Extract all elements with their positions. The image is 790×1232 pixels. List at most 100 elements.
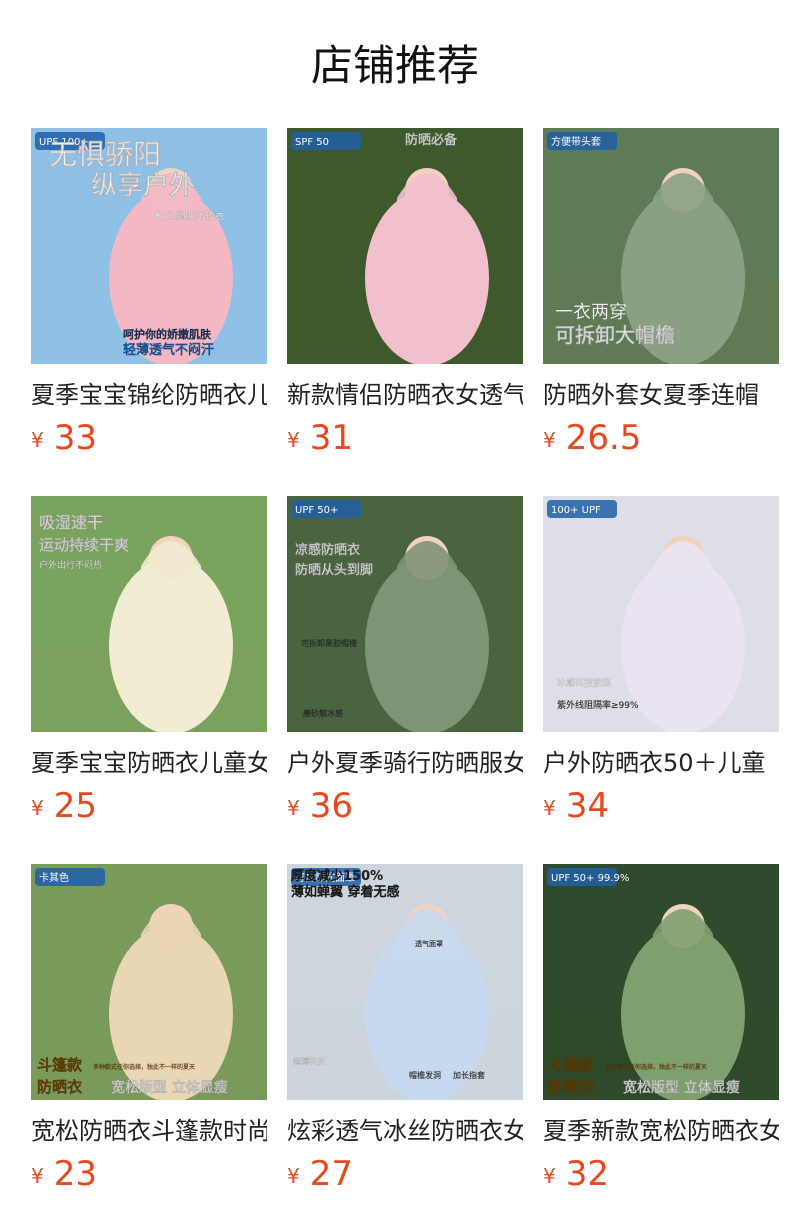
product-image[interactable]: 100+ UPF 冰感科技散热紫外线阻隔率≥99% bbox=[543, 496, 779, 732]
photo-caption: 七色星期防晒衣 bbox=[155, 210, 225, 223]
price-value: 26.5 bbox=[565, 418, 642, 458]
page-title: 店铺推荐 bbox=[310, 41, 479, 90]
product-image[interactable]: 卡其色斗篷款防晒衣 宽松版型 立体显瘦 多种款式任你选择，独此不一样的夏天 bbox=[31, 864, 267, 1100]
photo-caption: 加长指套 bbox=[453, 1070, 485, 1080]
price-value: 27 bbox=[309, 1154, 353, 1194]
product-title[interactable]: 炫彩透气冰丝防晒衣女 bbox=[287, 1114, 523, 1148]
product-price: ¥34 bbox=[543, 786, 609, 826]
currency-symbol: ¥ bbox=[287, 428, 300, 452]
photo-caption: 可拆卸大帽檐 bbox=[555, 323, 675, 347]
product-card[interactable]: 100+ UPF 冰感科技散热紫外线阻隔率≥99% 户外防晒衣50＋儿童 ¥34 bbox=[543, 496, 779, 826]
photo-caption: 一衣两穿 bbox=[555, 302, 627, 323]
product-title[interactable]: 新款情侣防晒衣女透气 bbox=[287, 378, 523, 412]
product-image[interactable]: SPF 50 防晒必备 bbox=[287, 128, 523, 364]
photo-caption: 磨砂触冰感 bbox=[303, 708, 343, 718]
product-photo: SPF 50 防晒必备 bbox=[287, 128, 523, 364]
product-image[interactable]: UPF 50+ 凉感防晒衣防晒从头到脚可拆卸黑胶帽檐 磨砂触冰感 bbox=[287, 496, 523, 732]
product-title[interactable]: 防晒外套女夏季连帽 bbox=[543, 378, 779, 412]
product-price: ¥26.5 bbox=[543, 418, 641, 458]
product-title[interactable]: 夏季新款宽松防晒衣女 bbox=[543, 1114, 779, 1148]
badge-text: UPF 50+ bbox=[295, 505, 338, 516]
badge-text: 卡其色 bbox=[39, 871, 69, 884]
photo-caption: 超薄科技 bbox=[293, 1056, 325, 1066]
product-photo: 方便带头套一衣两穿可拆卸大帽檐 bbox=[543, 128, 779, 364]
product-card[interactable]: SPF 50 防晒必备 新款情侣防晒衣女透气 ¥31 bbox=[287, 128, 523, 458]
product-title[interactable]: 户外夏季骑行防晒服女 bbox=[287, 746, 523, 780]
product-image[interactable]: UPF 100+ 无惧骄阳 纵享户外 七色星期防晒衣 呵护你的娇嫩肌肤 轻薄透气不闷汗 bbox=[31, 128, 267, 364]
photo-caption: 无惧骄阳 bbox=[49, 138, 161, 171]
product-photo: UPF 50+ 凉感防晒衣防晒从头到脚可拆卸黑胶帽檐磨砂触冰感 bbox=[287, 496, 523, 732]
product-title[interactable]: 户外防晒衣50＋儿童 bbox=[543, 746, 779, 780]
currency-symbol: ¥ bbox=[543, 1164, 556, 1188]
photo-caption: 冰感科技散热 bbox=[557, 677, 611, 689]
product-image[interactable]: 吸湿速干运动持续干爽户外出行不闷热 bbox=[31, 496, 267, 732]
product-image[interactable]: 方便带头套一衣两穿 可拆卸大帽檐 bbox=[543, 128, 779, 364]
price-value: 25 bbox=[53, 786, 97, 826]
product-photo: 100+ UPF 冰感科技散热紫外线阻隔率≥99% bbox=[543, 496, 779, 732]
photo-caption: 防晒衣 bbox=[37, 1078, 82, 1096]
photo-caption: 宽松版型 立体显瘦 bbox=[623, 1079, 740, 1096]
product-photo: UPF 50+ 99.9% 斗篷款防晒衣 宽松版型 立体显瘦 多种款式任你选择，独此不… bbox=[543, 864, 779, 1100]
photo-caption: 斗篷款 bbox=[549, 1056, 595, 1074]
photo-caption: 薄如蝉翼 穿着无感 bbox=[291, 884, 400, 900]
product-photo: UPF 100+无惧骄阳纵享户外七色星期防晒衣呵护你的娇嫩肌肤轻薄透气不闷汗 bbox=[31, 128, 267, 364]
photo-caption: 厚度减少150% bbox=[291, 868, 383, 884]
photo-caption: 纵享户外 bbox=[91, 170, 195, 201]
photo-caption: 紫外线阻隔率≥99% bbox=[557, 699, 639, 711]
product-image[interactable]: 可拆卸式面罩 厚度减少150% 薄如蝉翼 穿着无感 超薄科技 透气面罩 帽檐发洞 加长指套 bbox=[287, 864, 523, 1100]
photo-caption: 宽松版型 立体显瘦 bbox=[111, 1079, 228, 1096]
photo-caption: 防晒必备 bbox=[405, 132, 458, 148]
product-card[interactable]: UPF 100+ 无惧骄阳 纵享户外 七色星期防晒衣 呵护你的娇嫩肌肤 轻薄透气不闷汗 夏… bbox=[31, 128, 267, 458]
product-price: ¥25 bbox=[31, 786, 97, 826]
currency-symbol: ¥ bbox=[31, 428, 44, 452]
product-card[interactable]: 方便带头套一衣两穿 可拆卸大帽檐 防晒外套女夏季连帽 ¥26.5 bbox=[543, 128, 779, 458]
product-photo: 卡其色斗篷款防晒衣 宽松版型 立体显瘦 多种款式任你选择，独此不一样的夏天 bbox=[31, 864, 267, 1100]
photo-caption: 呵护你的娇嫩肌肤 bbox=[123, 327, 212, 341]
currency-symbol: ¥ bbox=[543, 428, 556, 452]
currency-symbol: ¥ bbox=[31, 796, 44, 820]
photo-caption: 透气面罩 bbox=[415, 939, 443, 948]
product-price: ¥27 bbox=[287, 1154, 353, 1194]
product-price: ¥23 bbox=[31, 1154, 97, 1194]
product-title[interactable]: 夏季宝宝锦纶防晒衣儿童 bbox=[31, 378, 267, 412]
badge-text: 100+ UPF bbox=[551, 505, 601, 516]
price-value: 23 bbox=[53, 1154, 97, 1194]
product-price: ¥31 bbox=[287, 418, 353, 458]
price-value: 33 bbox=[53, 418, 97, 458]
photo-caption: 户外出行不闷热 bbox=[39, 559, 102, 571]
currency-symbol: ¥ bbox=[31, 1164, 44, 1188]
photo-caption: 帽檐发洞 bbox=[409, 1070, 441, 1080]
product-price: ¥32 bbox=[543, 1154, 609, 1194]
photo-caption: 轻薄透气不闷汗 bbox=[123, 342, 214, 358]
badge-text: SPF 50 bbox=[295, 137, 329, 148]
badge-text: 方便带头套 bbox=[551, 135, 601, 148]
price-value: 31 bbox=[309, 418, 353, 458]
photo-caption: 多种款式任你选择，独此不一样的夏天 bbox=[605, 1063, 707, 1071]
photo-caption: 防晒衣 bbox=[549, 1078, 594, 1096]
product-card[interactable]: 可拆卸式面罩 厚度减少150% 薄如蝉翼 穿着无感 超薄科技 透气面罩 帽檐发洞 加长指套 … bbox=[287, 864, 523, 1194]
product-title[interactable]: 夏季宝宝防晒衣儿童女 bbox=[31, 746, 267, 780]
photo-caption: 运动持续干爽 bbox=[39, 536, 129, 554]
currency-symbol: ¥ bbox=[287, 1164, 300, 1188]
price-value: 32 bbox=[565, 1154, 609, 1194]
currency-symbol: ¥ bbox=[287, 796, 300, 820]
photo-caption: 吸湿速干 bbox=[39, 513, 103, 532]
badge-text: UPF 50+ 99.9% bbox=[551, 873, 629, 884]
product-card[interactable]: UPF 50+ 99.9% 斗篷款防晒衣 宽松版型 立体显瘦 多种款式任你选择，独此不… bbox=[543, 864, 779, 1194]
product-title[interactable]: 宽松防晒衣斗篷款时尚 bbox=[31, 1114, 267, 1148]
product-price: ¥33 bbox=[31, 418, 97, 458]
product-card[interactable]: 吸湿速干运动持续干爽户外出行不闷热 夏季宝宝防晒衣儿童女 ¥25 bbox=[31, 496, 267, 826]
photo-caption: 多种款式任你选择，独此不一样的夏天 bbox=[93, 1063, 195, 1071]
product-photo: 吸湿速干运动持续干爽户外出行不闷热 bbox=[31, 496, 267, 732]
photo-caption: 凉感防晒衣 bbox=[295, 542, 360, 558]
product-card[interactable]: 卡其色斗篷款防晒衣 宽松版型 立体显瘦 多种款式任你选择，独此不一样的夏天 宽松防晒… bbox=[31, 864, 267, 1194]
photo-caption: 斗篷款 bbox=[37, 1056, 83, 1074]
product-card[interactable]: UPF 50+ 凉感防晒衣防晒从头到脚可拆卸黑胶帽檐 磨砂触冰感 户外夏季骑行防晒服… bbox=[287, 496, 523, 826]
photo-caption: 防晒从头到脚 bbox=[295, 562, 373, 578]
photo-caption: 可拆卸黑胶帽檐 bbox=[301, 638, 357, 648]
product-image[interactable]: UPF 50+ 99.9% 斗篷款防晒衣 宽松版型 立体显瘦 多种款式任你选择，独此不… bbox=[543, 864, 779, 1100]
product-photo: 可拆卸式面罩厚度减少150%薄如蝉翼 穿着无感超薄科技透气面罩帽檐发洞 加长指套 bbox=[287, 864, 523, 1100]
price-value: 34 bbox=[565, 786, 609, 826]
price-value: 36 bbox=[309, 786, 353, 826]
product-price: ¥36 bbox=[287, 786, 353, 826]
